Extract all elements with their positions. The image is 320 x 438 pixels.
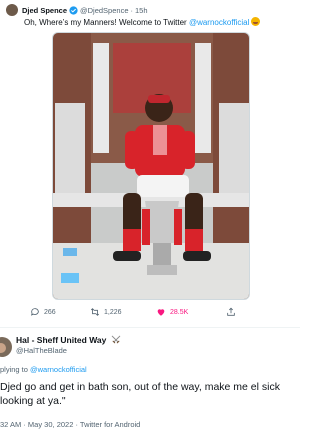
tweet-age[interactable]: 15h	[135, 6, 148, 15]
reply-author-name-row: Hal - Sheff United Way	[16, 335, 121, 345]
reply-text: Djed go and get in bath son, out of the …	[0, 381, 280, 407]
tweet-text-body: Oh, Where’s my Manners! Welcome to Twitt…	[24, 18, 189, 27]
smiling-face-icon	[251, 17, 261, 26]
like-count: 28.5K	[170, 308, 189, 316]
locker-room-photo	[53, 33, 249, 299]
reply-timestamp[interactable]: 32 AM · May 30, 2022 · Twitter for Andro…	[0, 420, 140, 429]
crossed-swords-icon	[111, 335, 120, 344]
reply-action[interactable]: 266	[30, 306, 56, 318]
reply-count: 266	[44, 308, 56, 316]
retweet-count: 1,226	[104, 308, 122, 316]
replying-to-prefix: plying to	[0, 365, 31, 374]
retweet-action[interactable]: 1,226	[90, 306, 122, 318]
author-handle[interactable]: @DjedSpence	[80, 6, 128, 15]
share-action[interactable]	[226, 306, 236, 318]
author-avatar[interactable]	[6, 4, 18, 16]
replying-to: plying to @warnockofficial	[0, 365, 87, 374]
replying-to-mention[interactable]: @warnockofficial	[30, 365, 87, 374]
share-icon	[227, 307, 235, 316]
retweet-icon	[90, 308, 100, 316]
mention-link[interactable]: @warnockofficial	[189, 18, 249, 27]
verified-badge-icon	[69, 5, 78, 15]
tweet-actions: 266 1,226 28.5K	[30, 306, 290, 318]
tweet-photo[interactable]	[52, 32, 250, 300]
header-separator: ·	[130, 5, 134, 15]
reply-author-handle[interactable]: @HalTheBlade	[16, 346, 67, 355]
reply-author-avatar[interactable]	[0, 337, 12, 357]
tweet-header: Djed Spence @DjedSpence · 15h	[6, 4, 296, 16]
original-tweet: Djed Spence @DjedSpence · 15h Oh, Where’…	[0, 0, 300, 332]
reply-tweet: Hal - Sheff United Way @HalTheBlade plyi…	[0, 327, 300, 438]
heart-icon	[157, 309, 165, 316]
reply-author-name[interactable]: Hal - Sheff United Way	[16, 335, 106, 345]
tweet-text: Oh, Where’s my Manners! Welcome to Twitt…	[24, 17, 294, 28]
author-name[interactable]: Djed Spence	[22, 6, 67, 15]
like-action[interactable]: 28.5K	[156, 306, 188, 318]
reply-icon	[31, 308, 39, 316]
